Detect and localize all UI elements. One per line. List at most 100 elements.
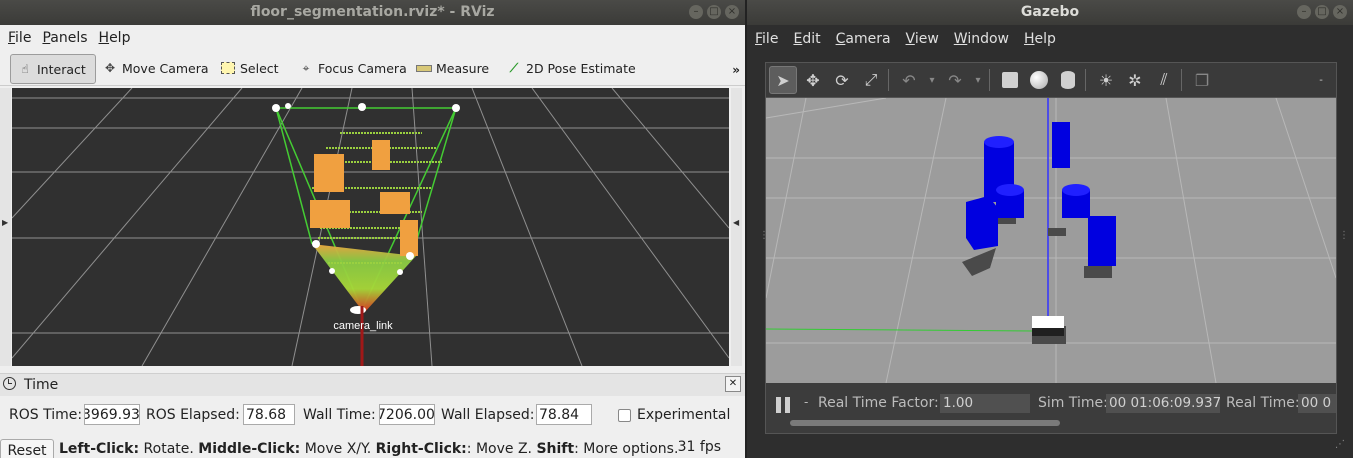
help-shift-text: : More options.: [574, 441, 679, 457]
gazebo-main-panel: ➤ ✥ ⟳ ⤢ ↶ ▾ ↷ ▾ ☀ ✲ ⫽ ❐ - - Real Time Fa…: [765, 62, 1337, 434]
menu-panels[interactable]: Panels: [42, 30, 87, 46]
tool-select[interactable]: Select: [214, 54, 279, 82]
resize-grip-icon[interactable]: ⋰: [1335, 439, 1345, 450]
rviz-titlebar: floor_segmentation.rviz* - RViz – □ ×: [0, 0, 745, 25]
step-indicator: -: [804, 395, 809, 409]
gazebo-titlebar: Gazebo – □ ×: [747, 0, 1353, 25]
sim-time-label: Sim Time:: [1038, 395, 1108, 411]
minimize-icon[interactable]: –: [689, 5, 703, 19]
redo-dropdown-icon[interactable]: ▾: [971, 67, 985, 93]
toolbar-separator: [1085, 69, 1086, 91]
help-left-click-text: Rotate.: [139, 441, 199, 457]
menu-edit[interactable]: Edit: [793, 31, 820, 47]
copy-icon[interactable]: ❐: [1189, 67, 1215, 93]
experimental-label: Experimental: [637, 407, 731, 423]
translate-icon[interactable]: ✥: [800, 67, 826, 93]
menu-help[interactable]: Help: [1024, 31, 1056, 47]
rviz-toolbar: ☝ Interact ✥ Move Camera Select ⌖ Focus …: [0, 51, 745, 86]
box-icon[interactable]: [997, 67, 1023, 93]
move-camera-icon: ✥: [104, 61, 116, 75]
gazebo-scene: [765, 97, 1337, 384]
select-arrow-icon[interactable]: ➤: [769, 66, 797, 94]
spot-light-icon[interactable]: ✲: [1122, 67, 1148, 93]
blue-cylinders: [984, 136, 1090, 218]
experimental-checkbox[interactable]: [618, 409, 631, 422]
close-icon[interactable]: ×: [1333, 5, 1347, 19]
ros-elapsed-label: ROS Elapsed:: [146, 407, 240, 423]
tool-move-camera-label: Move Camera: [122, 60, 209, 76]
time-panel-title: Time: [24, 377, 59, 393]
help-middle-click-text: Move X/Y.: [300, 441, 376, 457]
help-right-click: Right-Click:: [375, 441, 467, 457]
reset-button[interactable]: Reset: [0, 439, 54, 458]
rviz-menubar: File Panels Help: [0, 26, 745, 50]
tool-interact[interactable]: ☝ Interact: [10, 54, 96, 84]
undo-icon[interactable]: ↶: [896, 67, 922, 93]
ros-elapsed-field[interactable]: 78.68: [243, 404, 295, 425]
menu-window[interactable]: Window: [954, 31, 1009, 47]
gazebo-3d-view[interactable]: [765, 97, 1337, 384]
cylinder-icon[interactable]: [1055, 67, 1081, 93]
pause-icon[interactable]: [776, 397, 791, 413]
tool-interact-label: Interact: [37, 61, 86, 77]
focus-camera-icon: ⌖: [302, 60, 310, 75]
rotate-icon[interactable]: ⟳: [829, 67, 855, 93]
point-light-icon[interactable]: ☀: [1093, 67, 1119, 93]
rviz-3d-view[interactable]: camera_link: [11, 87, 730, 367]
pose-arrow-icon: ⟋: [509, 60, 519, 75]
right-panel-handle[interactable]: ⋮: [1339, 230, 1349, 241]
time-panel-row: ROS Time: 3969.93 ROS Elapsed: 78.68 Wal…: [0, 402, 745, 428]
toolbar-separator: [1181, 69, 1182, 91]
time-panel-close-button[interactable]: ✕: [725, 376, 741, 392]
clock-icon: [3, 377, 16, 390]
sphere-icon[interactable]: [1026, 67, 1052, 93]
help-shift: Shift: [536, 441, 575, 457]
camera-link-label: camera_link: [333, 320, 393, 332]
menu-camera[interactable]: Camera: [836, 31, 891, 47]
minimize-icon[interactable]: –: [1297, 5, 1311, 19]
left-panel-handle[interactable]: ▶: [0, 88, 11, 366]
maximize-icon[interactable]: □: [1315, 5, 1329, 19]
menu-file[interactable]: File: [8, 30, 31, 46]
fps-counter: 31 fps: [677, 439, 721, 455]
undo-dropdown-icon[interactable]: ▾: [925, 67, 939, 93]
maximize-icon[interactable]: □: [707, 5, 721, 19]
select-rect-icon: [220, 60, 236, 76]
status-scrollbar[interactable]: [790, 420, 1060, 426]
tool-focus-camera[interactable]: ⌖ Focus Camera: [292, 54, 407, 82]
ros-time-field[interactable]: 3969.93: [84, 404, 140, 425]
ruler-icon: [416, 60, 432, 76]
toolbar-separator: [989, 69, 990, 91]
toolbar-more-icon[interactable]: -: [1314, 67, 1328, 93]
tool-select-label: Select: [240, 60, 279, 76]
tool-move-camera[interactable]: ✥ Move Camera: [96, 54, 209, 82]
time-panel-header: Time ✕: [0, 373, 745, 396]
menu-view[interactable]: View: [906, 31, 939, 47]
mouse-help-text: Left-Click: Rotate. Middle-Click: Move X…: [59, 441, 678, 457]
hand-pointer-icon: ☝: [21, 62, 29, 76]
ros-time-label: ROS Time:: [9, 407, 83, 423]
right-panel-handle[interactable]: ◀: [731, 88, 742, 366]
wall-elapsed-label: Wall Elapsed:: [441, 407, 535, 423]
scale-icon[interactable]: ⤢: [858, 67, 884, 93]
wall-elapsed-field[interactable]: 78.84: [536, 404, 592, 425]
real-time-factor-value: 1.00: [940, 394, 1030, 413]
tool-measure[interactable]: Measure: [410, 54, 489, 82]
tool-2d-pose-estimate[interactable]: ⟋ 2D Pose Estimate: [500, 54, 636, 82]
help-right-click-text: : Move Z.: [466, 441, 537, 457]
redo-icon[interactable]: ↷: [942, 67, 968, 93]
tool-measure-label: Measure: [436, 60, 490, 76]
gazebo-menubar: File Edit Camera View Window Help: [747, 27, 1353, 51]
rviz-window: floor_segmentation.rviz* - RViz – □ × Fi…: [0, 0, 745, 458]
wall-time-field[interactable]: 7206.00: [379, 404, 435, 425]
menu-help[interactable]: Help: [99, 30, 131, 46]
close-icon[interactable]: ×: [725, 5, 739, 19]
rviz-scene: camera_link: [11, 87, 730, 367]
real-time-factor-label: Real Time Factor:: [818, 395, 939, 411]
menu-file[interactable]: File: [755, 31, 778, 47]
tool-2d-pose-estimate-label: 2D Pose Estimate: [526, 60, 636, 76]
directional-light-icon[interactable]: ⫽: [1151, 67, 1177, 93]
x-axis-line: [765, 328, 1035, 332]
toolbar-more-button[interactable]: »: [732, 63, 740, 77]
rviz-window-title: floor_segmentation.rviz* - RViz: [250, 4, 495, 20]
